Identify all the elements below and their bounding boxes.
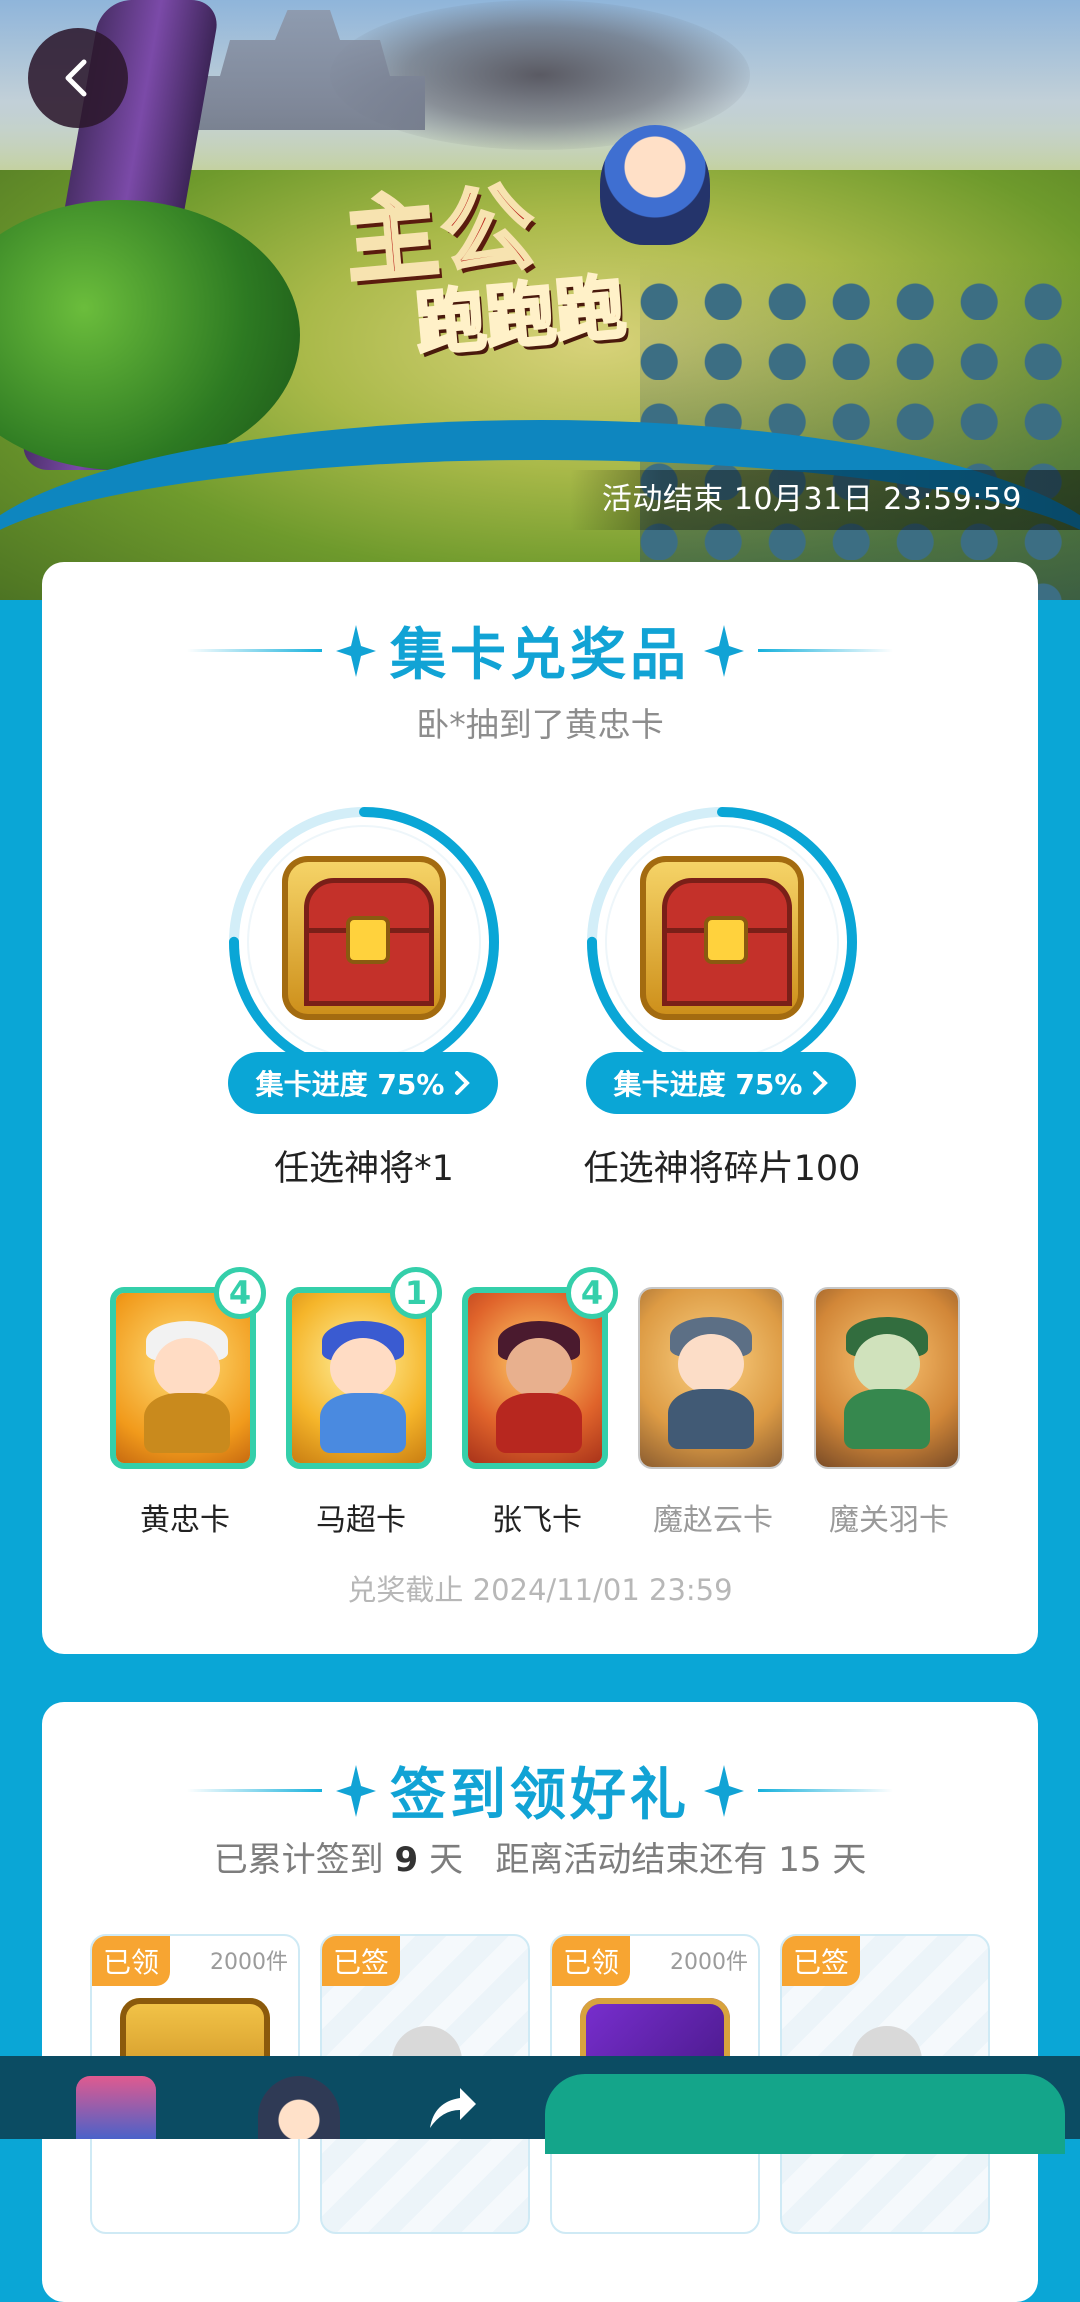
title-deco-line — [758, 649, 893, 652]
reward-count: 2000件 — [670, 1950, 748, 1975]
day-status-tag: 已领 — [552, 1936, 630, 1986]
collect-title: 集卡兑奖品 — [390, 623, 690, 688]
chevron-left-icon — [65, 59, 87, 97]
day-status-tag: 已领 — [92, 1936, 170, 1986]
prize-item[interactable]: 集卡进度 75% 任选神将碎片100 — [582, 802, 872, 1222]
day-status-tag: 已签 — [782, 1936, 860, 1986]
card-count-badge: 4 — [566, 1267, 618, 1319]
remaining-label: 距离活动结束还有 — [495, 1840, 768, 1880]
signin-days-label: 已累计签到 — [213, 1840, 384, 1880]
draw-ticker: 卧*抽到了黄忠卡 — [416, 705, 664, 744]
card-name: 黄忠卡 — [140, 1503, 230, 1538]
prize-item[interactable]: 集卡进度 75% 任选神将*1 — [224, 802, 514, 1222]
title-deco-line — [758, 1789, 893, 1792]
day-status-tag: 已签 — [322, 1936, 400, 1986]
signin-summary: 已累计签到 9 天 距离活动结束还有 15 天 — [42, 1832, 1038, 1881]
collect-progress-button[interactable]: 集卡进度 75% — [586, 1052, 856, 1114]
user-avatar-icon[interactable] — [258, 2076, 340, 2139]
primary-action-button[interactable] — [545, 2074, 1065, 2154]
banner-logo: 主公 跑跑跑 — [339, 160, 765, 368]
signin-days-unit: 天 — [428, 1840, 463, 1880]
sparkle-icon — [336, 1764, 376, 1817]
sparkle-icon — [336, 624, 376, 677]
collect-card-panel: 集卡兑奖品 卧*抽到了黄忠卡 集卡进度 75% 任选神将*1 集卡进度 75% … — [42, 562, 1038, 1654]
card-name: 魔关羽卡 — [829, 1503, 949, 1538]
collect-title-row: 集卡兑奖品 — [42, 610, 1038, 691]
title-deco-line — [187, 649, 322, 652]
remaining-unit: 天 — [832, 1840, 867, 1880]
signin-title-row: 签到领好礼 — [42, 1750, 1038, 1831]
banner-logo-line2: 跑跑跑 — [411, 264, 630, 367]
remaining-value: 15 — [778, 1840, 822, 1880]
chevron-right-icon — [455, 1071, 471, 1095]
collect-progress-button[interactable]: 集卡进度 75% — [228, 1052, 498, 1114]
back-button[interactable] — [28, 28, 128, 128]
sparkle-icon — [704, 624, 744, 677]
sparkle-icon — [704, 1764, 744, 1817]
event-end-time: 活动结束 10月31日 23:59:59 — [569, 470, 1080, 530]
bottom-action-bar — [0, 2056, 1080, 2154]
treasure-chest-icon — [282, 856, 446, 1020]
chevron-right-icon — [813, 1071, 829, 1095]
signin-days-value: 9 — [394, 1840, 419, 1880]
card-count-badge: 4 — [214, 1267, 266, 1319]
signin-card-panel: 签到领好礼 已累计签到 9 天 距离活动结束还有 15 天 已领 2000件 已… — [42, 1702, 1038, 2302]
card-count-badge: 1 — [390, 1267, 442, 1319]
prize-name: 任选神将碎片100 — [583, 1149, 861, 1189]
prize-name: 任选神将*1 — [274, 1149, 454, 1189]
progress-label: 集卡进度 75% — [255, 1068, 445, 1101]
card-portrait — [638, 1287, 784, 1469]
redeem-deadline: 兑奖截止 2024/11/01 23:59 — [347, 1573, 733, 1607]
card-name: 马超卡 — [316, 1503, 406, 1538]
treasure-chest-icon — [640, 856, 804, 1020]
hero-avatar-icon[interactable] — [76, 2076, 156, 2139]
share-icon[interactable] — [420, 2078, 480, 2138]
reward-count: 2000件 — [210, 1950, 288, 1975]
title-deco-line — [187, 1789, 322, 1792]
card-name: 张飞卡 — [492, 1503, 582, 1538]
signin-title: 签到领好礼 — [390, 1763, 690, 1828]
card-name: 魔赵云卡 — [653, 1503, 773, 1538]
progress-label: 集卡进度 75% — [613, 1068, 803, 1101]
card-portrait — [814, 1287, 960, 1469]
